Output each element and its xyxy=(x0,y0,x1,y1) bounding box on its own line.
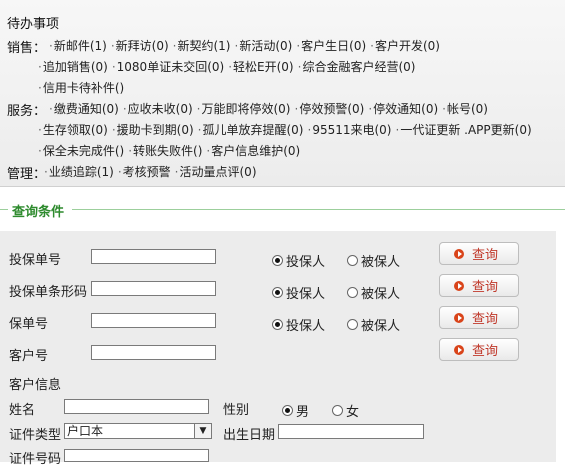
todo-link[interactable]: 缴费通知(0) xyxy=(49,102,119,116)
play-icon xyxy=(454,312,464,323)
todo-link[interactable]: 停效通知(0) xyxy=(368,102,438,116)
radio-circle[interactable] xyxy=(347,319,358,330)
radio-insured-1[interactable]: 被保人 xyxy=(347,251,400,270)
radio-circle-checked[interactable] xyxy=(272,287,283,298)
todo-link[interactable]: 客户信息维护(0) xyxy=(206,144,300,158)
chevron-down-icon[interactable]: ▼ xyxy=(194,424,211,438)
todo-link[interactable]: 考核预警 xyxy=(118,165,171,179)
sales-line-1: 新邮件(1) 新拜访(0) 新契约(1)新活动(0) 客户生日(0) 客户开发(0) xyxy=(49,37,444,54)
todo-title: 待办事项 xyxy=(7,17,60,32)
radio-circle-checked[interactable] xyxy=(272,255,283,266)
radio-applicant-3[interactable]: 投保人 xyxy=(272,315,325,334)
todo-link[interactable]: 业绩追踪(1) xyxy=(44,165,114,179)
todo-link[interactable]: 客户开发(0) xyxy=(370,39,440,53)
todo-link[interactable]: 新契约(1) xyxy=(173,39,231,53)
sales-line-3: 信用卡待补件() xyxy=(38,79,128,96)
play-icon xyxy=(454,248,464,259)
todo-link[interactable]: 轻松E开(0) xyxy=(228,60,293,74)
todo-link[interactable]: 保全未完成件() xyxy=(38,144,124,158)
radio-female[interactable]: 女 xyxy=(332,401,359,420)
todo-link[interactable]: 信用卡待补件() xyxy=(38,81,124,95)
radio-circle[interactable] xyxy=(347,287,358,298)
section-divider-right xyxy=(72,209,565,210)
name-input[interactable] xyxy=(64,399,209,414)
birth-date-input[interactable] xyxy=(278,424,424,439)
todo-link[interactable]: 新邮件(1) xyxy=(49,39,107,53)
policy-no-input[interactable] xyxy=(91,249,216,264)
todo-link[interactable]: 停效预警(0) xyxy=(294,102,364,116)
todo-link[interactable]: 95511来电(0) xyxy=(307,123,391,137)
radio-circle[interactable] xyxy=(332,405,343,416)
todo-link[interactable]: 1080单证未交回(0) xyxy=(112,60,224,74)
todo-link[interactable]: 生存领取(0) xyxy=(38,123,108,137)
insurance-no-label: 保单号 xyxy=(9,317,49,332)
radio-circle-checked[interactable] xyxy=(282,405,293,416)
todo-link[interactable]: 孤儿单放弃提醒(0) xyxy=(198,123,304,137)
insurance-no-input[interactable] xyxy=(91,313,216,328)
section-divider-left xyxy=(0,209,8,210)
query-button-3[interactable]: 查询 xyxy=(439,306,519,329)
todo-panel: 待办事项 销售： 新邮件(1) 新拜访(0) 新契约(1)新活动(0) 客户生日(0)… xyxy=(0,0,565,187)
todo-link[interactable]: 客户生日(0) xyxy=(296,39,366,53)
todo-link[interactable]: 援助卡到期(0) xyxy=(112,123,194,137)
radio-insured-2[interactable]: 被保人 xyxy=(347,283,400,302)
sales-label: 销售： xyxy=(7,41,47,56)
manage-line-1: 业绩追踪(1) 考核预警活动量点评(0) xyxy=(44,163,261,180)
todo-link[interactable]: 转账失败件() xyxy=(128,144,202,158)
policy-barcode-input[interactable] xyxy=(91,281,216,296)
radio-insured-3[interactable]: 被保人 xyxy=(347,315,400,334)
policy-no-label: 投保单号 xyxy=(9,253,62,268)
todo-link[interactable]: 综合金融客户经营(0) xyxy=(298,60,416,74)
query-button-2[interactable]: 查询 xyxy=(439,274,519,297)
radio-male[interactable]: 男 xyxy=(282,401,309,420)
radio-applicant-2[interactable]: 投保人 xyxy=(272,283,325,302)
play-icon xyxy=(454,344,464,355)
customer-info-label: 客户信息 xyxy=(9,378,62,393)
query-form: 投保单号 投保人 被保人 查询 投保单条形码 投保人 被保人 查询 保单号 投保… xyxy=(0,231,556,467)
manage-label: 管理： xyxy=(7,167,47,182)
id-type-select[interactable]: 户口本 ▼ xyxy=(64,423,212,439)
todo-link[interactable]: 万能即将停效(0) xyxy=(197,102,291,116)
query-button-4[interactable]: 查询 xyxy=(439,338,519,361)
id-no-input[interactable] xyxy=(64,449,209,462)
todo-link[interactable]: 帐号(0) xyxy=(442,102,488,116)
gender-label: 性别 xyxy=(223,403,250,418)
play-icon xyxy=(454,280,464,291)
sales-line-2: 追加销售(0) 1080单证未交回(0) 轻松E开(0) 综合金融客户经营(0) xyxy=(38,58,419,75)
query-button-1[interactable]: 查询 xyxy=(439,242,519,265)
id-no-label: 证件号码 xyxy=(9,452,62,467)
name-label: 姓名 xyxy=(9,403,36,418)
todo-link[interactable]: 新活动(0) xyxy=(234,39,292,53)
birth-date-label: 出生日期 xyxy=(223,428,276,443)
todo-link[interactable]: 新拜访(0) xyxy=(111,39,169,53)
radio-applicant-1[interactable]: 投保人 xyxy=(272,251,325,270)
service-line-1: 缴费通知(0) 应收未收(0) 万能即将停效(0)停效预警(0) 停效通知(0) 帐号(… xyxy=(49,100,492,117)
policy-barcode-label: 投保单条形码 xyxy=(9,285,88,300)
todo-link[interactable]: 一代证更新 .APP更新(0) xyxy=(396,123,532,137)
customer-no-label: 客户号 xyxy=(9,349,49,364)
todo-link[interactable]: 追加销售(0) xyxy=(38,60,108,74)
customer-no-input[interactable] xyxy=(91,345,216,360)
query-section-title: 查询条件 xyxy=(12,205,65,220)
todo-link[interactable]: 应收未收(0) xyxy=(123,102,193,116)
todo-link[interactable]: 活动量点评(0) xyxy=(175,165,257,179)
service-line-3: 保全未完成件() 转账失败件() 客户信息维护(0) xyxy=(38,142,304,159)
service-line-2: 生存领取(0) 援助卡到期(0) 孤儿单放弃提醒(0)95511来电(0) 一代证更新… xyxy=(38,121,536,138)
id-type-label: 证件类型 xyxy=(9,428,62,443)
radio-circle[interactable] xyxy=(347,255,358,266)
service-label: 服务： xyxy=(7,104,47,119)
radio-circle-checked[interactable] xyxy=(272,319,283,330)
